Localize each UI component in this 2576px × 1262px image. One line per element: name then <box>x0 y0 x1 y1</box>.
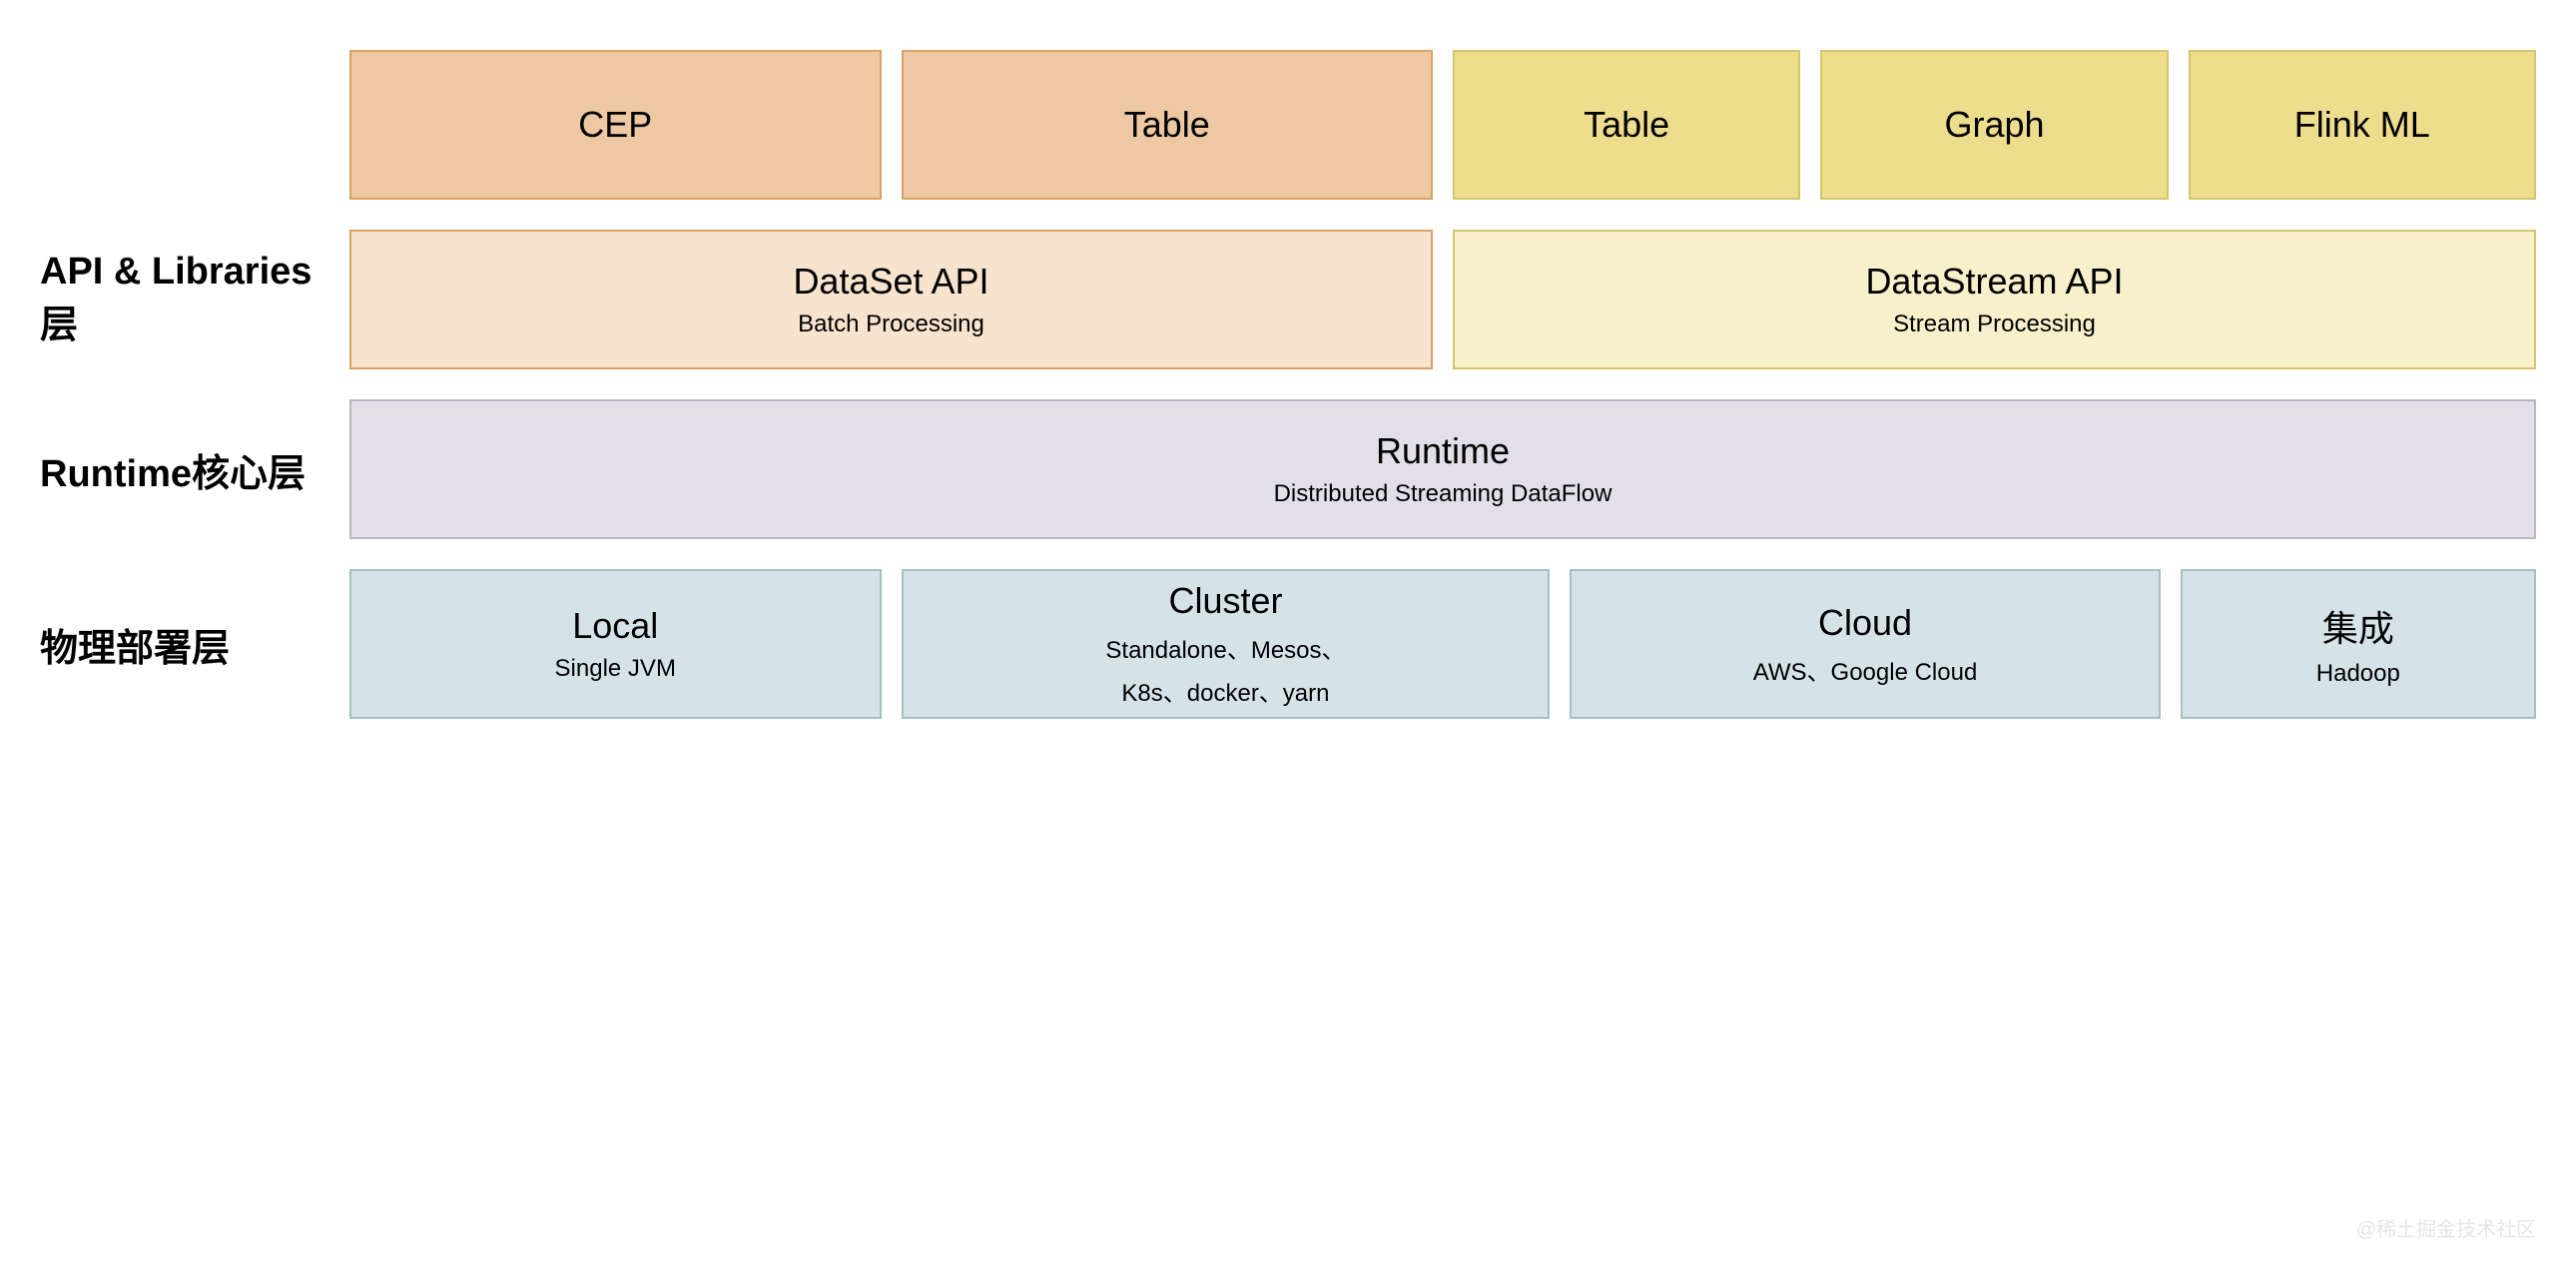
datastream-api-box: DataStream API Stream Processing <box>1453 230 2536 369</box>
lib-label: Graph <box>1944 104 2044 146</box>
deploy-cluster-subtitle1: Standalone、Mesos、 <box>1105 630 1345 665</box>
watermark: @稀土掘金技术社区 <box>2356 1213 2536 1242</box>
deploy-cluster-subtitle2: K8s、docker、yarn <box>1121 673 1329 708</box>
api-content: DataSet API Batch Processing DataStream … <box>349 230 2536 369</box>
deploy-integration-title: 集成 <box>2322 600 2394 652</box>
deploy-local: Local Single JVM <box>349 569 882 719</box>
dataset-api-subtitle: Batch Processing <box>798 311 984 338</box>
lib-label: Table <box>1124 104 1210 146</box>
dataset-api-box: DataSet API Batch Processing <box>349 230 1433 369</box>
lib-label: Flink ML <box>2294 104 2430 146</box>
deploy-local-title: Local <box>572 605 658 647</box>
api-libraries-label: API & Libraries层 <box>40 251 320 348</box>
libraries-row: CEP Table Table Graph Flink ML <box>40 50 2536 200</box>
lib-label: CEP <box>578 104 652 146</box>
deploy-integration-subtitle: Hadoop <box>2316 660 2400 688</box>
datastream-api-subtitle: Stream Processing <box>1893 311 2096 338</box>
deploy-integration: 集成 Hadoop <box>2181 569 2536 719</box>
libraries-content: CEP Table Table Graph Flink ML <box>349 50 2536 200</box>
stream-libraries: Table Graph Flink ML <box>1453 50 2536 200</box>
datastream-api-title: DataStream API <box>1865 261 2123 303</box>
api-row: API & Libraries层 DataSet API Batch Proce… <box>40 230 2536 369</box>
deploy-local-subtitle: Single JVM <box>555 655 676 683</box>
runtime-box: Runtime Distributed Streaming DataFlow <box>349 399 2536 539</box>
deploy-row: 物理部署层 Local Single JVM Cluster Standalon… <box>40 569 2536 719</box>
lib-flink-ml: Flink ML <box>2189 50 2536 200</box>
lib-table-batch: Table <box>902 50 1434 200</box>
lib-table-stream: Table <box>1453 50 1800 200</box>
dataset-api-title: DataSet API <box>793 261 988 303</box>
deploy-cloud-title: Cloud <box>1818 602 1912 644</box>
deploy-content: Local Single JVM Cluster Standalone、Meso… <box>349 569 2536 719</box>
runtime-content: Runtime Distributed Streaming DataFlow <box>349 399 2536 539</box>
runtime-title: Runtime <box>1376 430 1510 472</box>
lib-cep: CEP <box>349 50 882 200</box>
batch-libraries: CEP Table <box>349 50 1433 200</box>
deploy-label: 物理部署层 <box>40 617 320 672</box>
runtime-subtitle: Distributed Streaming DataFlow <box>1274 480 1612 508</box>
deploy-cluster-title: Cluster <box>1168 580 1282 622</box>
runtime-row: Runtime核心层 Runtime Distributed Streaming… <box>40 399 2536 539</box>
lib-graph: Graph <box>1820 50 2168 200</box>
deploy-cluster: Cluster Standalone、Mesos、 K8s、docker、yar… <box>902 569 1551 719</box>
deploy-cloud: Cloud AWS、Google Cloud <box>1570 569 2160 719</box>
deploy-cloud-subtitle: AWS、Google Cloud <box>1753 652 1978 687</box>
lib-label: Table <box>1584 104 1669 146</box>
flink-architecture-diagram: CEP Table Table Graph Flink ML API & Li <box>40 50 2536 719</box>
runtime-label: Runtime核心层 <box>40 442 320 497</box>
